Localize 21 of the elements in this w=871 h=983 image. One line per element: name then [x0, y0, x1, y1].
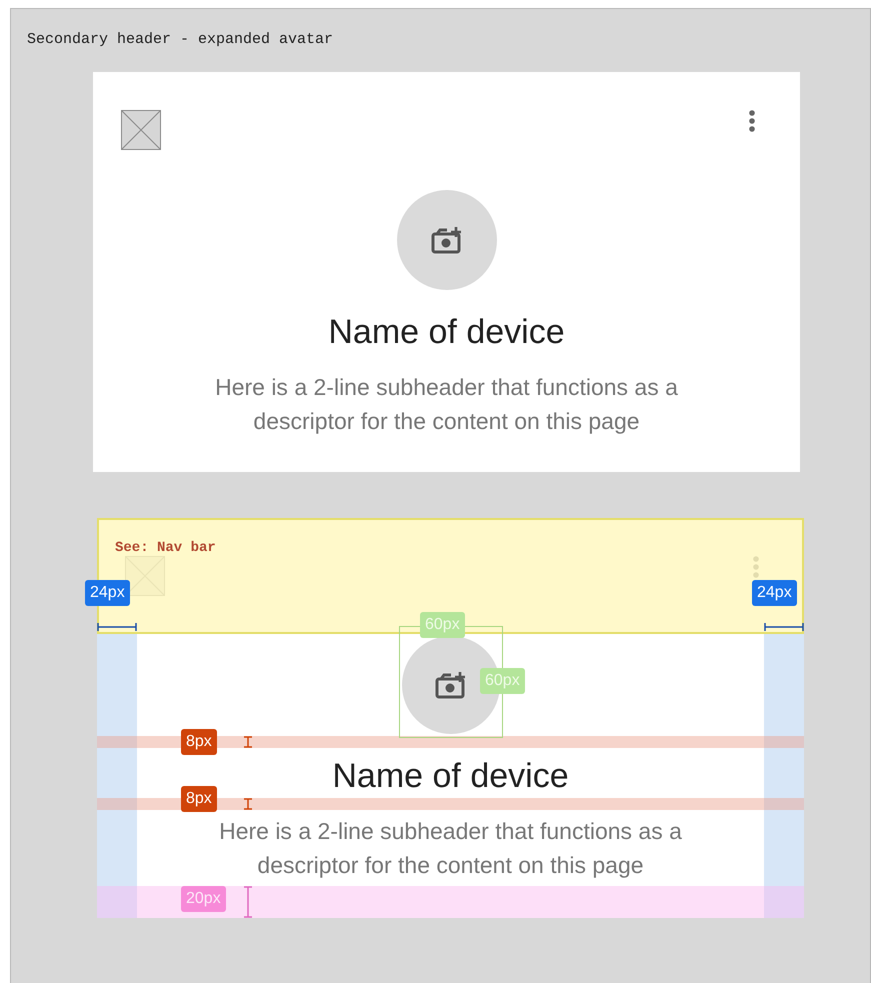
measurement-tag: 24px [85, 580, 130, 606]
measurement-tag: 24px [752, 580, 797, 606]
measurement-tag: 60px [480, 668, 525, 694]
measurement-tag: 60px [420, 612, 465, 638]
measurement-tag: 8px [181, 728, 217, 754]
measurement-tag: 20px [181, 886, 226, 912]
frame-title: Secondary header - expanded avatar [27, 30, 334, 50]
add-photo-icon [430, 226, 462, 254]
dimension-line [243, 736, 253, 748]
add-photo-icon [434, 670, 466, 698]
measurement-tag: 8px [181, 786, 217, 812]
subheader-text: Here is a 2-line subheader that functions as a descriptor for the content on this page [218, 816, 683, 880]
dimension-line [243, 798, 253, 810]
dimension-line [243, 886, 253, 918]
device-name: Name of device [331, 756, 570, 796]
device-name: Name of device [327, 312, 566, 352]
dimension-line [97, 622, 137, 632]
dimension-line [764, 622, 804, 632]
more-options-icon[interactable] [749, 110, 755, 132]
nav-bar-note: See: Nav bar [115, 538, 216, 558]
subheader-text: Here is a 2-line subheader that functions as a descriptor for the content on this page [214, 372, 679, 436]
